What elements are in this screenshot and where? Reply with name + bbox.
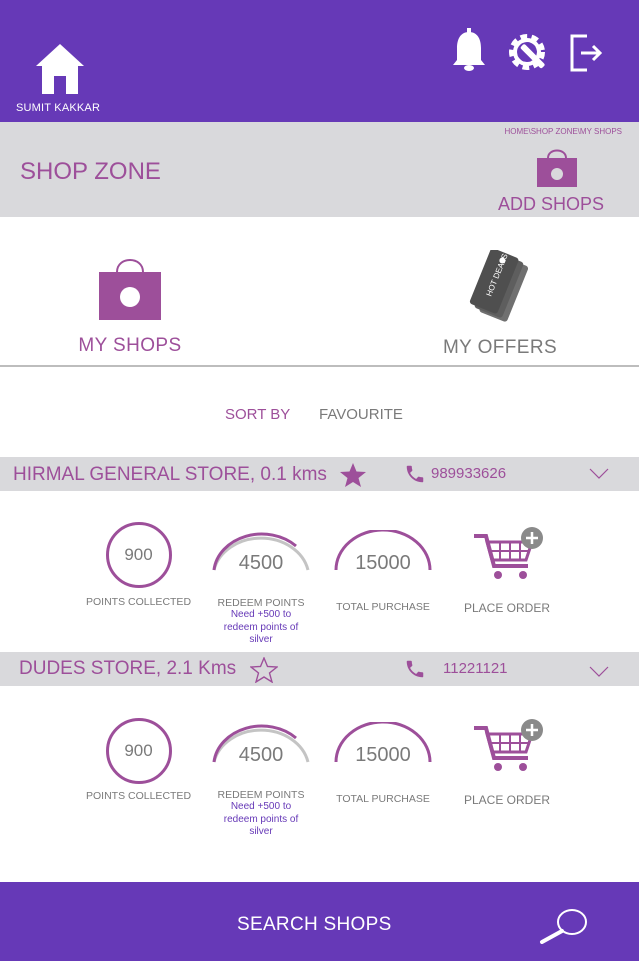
logout-icon[interactable] bbox=[569, 33, 603, 78]
place-order-label: PLACE ORDER bbox=[463, 601, 551, 615]
my-shops-label: MY SHOPS bbox=[78, 335, 182, 356]
store-phone[interactable]: 11221121 bbox=[443, 660, 508, 677]
sort-by-select[interactable]: FAVOURITE bbox=[319, 406, 403, 423]
settings-icon[interactable] bbox=[505, 30, 549, 79]
phone-icon[interactable] bbox=[404, 463, 426, 485]
redeem-note: Need +500 to redeem points of silver bbox=[223, 801, 299, 837]
store-name[interactable]: DUDES STORE, 2.1 Kms bbox=[19, 658, 236, 680]
place-order-button[interactable]: PLACE ORDER bbox=[458, 526, 556, 615]
home-icon[interactable] bbox=[36, 44, 84, 99]
points-collected-label: POINTS COLLECTED bbox=[86, 790, 192, 802]
cart-add-icon bbox=[474, 527, 543, 579]
divider bbox=[0, 365, 639, 367]
sort-by-label: SORT BY bbox=[225, 406, 291, 423]
points-collected-label: POINTS COLLECTED bbox=[86, 596, 192, 608]
favourite-star-outline-icon[interactable] bbox=[250, 657, 278, 683]
total-purchase-label: TOTAL PURCHASE bbox=[336, 793, 430, 805]
total-purchase-value: 15000 bbox=[355, 552, 411, 574]
total-purchase-stat: 15000 TOTAL PURCHASE bbox=[330, 528, 436, 613]
total-purchase-label: TOTAL PURCHASE bbox=[336, 601, 430, 613]
store-header-2[interactable]: DUDES STORE, 2.1 Kms 11221121 bbox=[0, 652, 639, 686]
points-collected-stat: 900 POINTS COLLECTED bbox=[86, 718, 191, 802]
redeem-points-stat: 4500 REDEEM POINTS Need +500 to redeem p… bbox=[206, 722, 316, 839]
shopping-bag-icon[interactable] bbox=[536, 146, 578, 193]
my-offers-label: MY OFFERS bbox=[442, 337, 558, 358]
points-collected-value: 900 bbox=[105, 522, 172, 588]
redeem-points-label: REDEEM POINTS bbox=[217, 597, 305, 609]
place-order-label: PLACE ORDER bbox=[463, 793, 551, 807]
place-order-button[interactable]: PLACE ORDER bbox=[458, 718, 556, 807]
redeem-points-label: REDEEM POINTS bbox=[217, 789, 305, 801]
store-name[interactable]: HIRMAL GENERAL STORE, 0.1 kms bbox=[13, 464, 327, 486]
shopping-bag-icon bbox=[99, 259, 161, 320]
redeem-points-value: 4500 bbox=[238, 552, 284, 574]
store-header-1[interactable]: HIRMAL GENERAL STORE, 0.1 kms 989933626 bbox=[0, 457, 639, 491]
total-purchase-value: 15000 bbox=[355, 744, 411, 766]
add-shops-button[interactable]: ADD SHOPS bbox=[498, 194, 604, 215]
hot-deals-tag-icon: HOT DEALS bbox=[469, 248, 529, 322]
user-name[interactable]: SUMIT KAKKAR bbox=[16, 102, 100, 114]
chevron-down-icon[interactable] bbox=[589, 666, 609, 678]
total-purchase-stat: 15000 TOTAL PURCHASE bbox=[330, 720, 436, 805]
search-shops-button[interactable]: SEARCH SHOPS bbox=[237, 914, 392, 936]
phone-icon[interactable] bbox=[404, 658, 426, 680]
page-title: SHOP ZONE bbox=[20, 158, 161, 185]
redeem-points-value: 4500 bbox=[238, 744, 284, 766]
points-collected-stat: 900 POINTS COLLECTED bbox=[86, 522, 191, 608]
cart-add-icon bbox=[474, 719, 543, 771]
redeem-note: Need +500 to redeem points of silver bbox=[223, 609, 299, 645]
chevron-down-icon[interactable] bbox=[589, 468, 609, 480]
redeem-points-stat: 4500 REDEEM POINTS Need +500 to redeem p… bbox=[206, 530, 316, 647]
points-collected-value: 900 bbox=[105, 718, 172, 784]
search-icon[interactable] bbox=[539, 906, 589, 949]
favourite-star-icon[interactable] bbox=[339, 462, 367, 488]
breadcrumb[interactable]: HOME\SHOP ZONE\MY SHOPS bbox=[504, 127, 622, 136]
bell-icon[interactable] bbox=[452, 28, 486, 77]
my-offers-tile[interactable]: HOT DEALS MY OFFERS bbox=[440, 248, 560, 359]
store-phone[interactable]: 989933626 bbox=[431, 465, 506, 482]
my-shops-tile[interactable]: MY SHOPS bbox=[70, 256, 190, 357]
